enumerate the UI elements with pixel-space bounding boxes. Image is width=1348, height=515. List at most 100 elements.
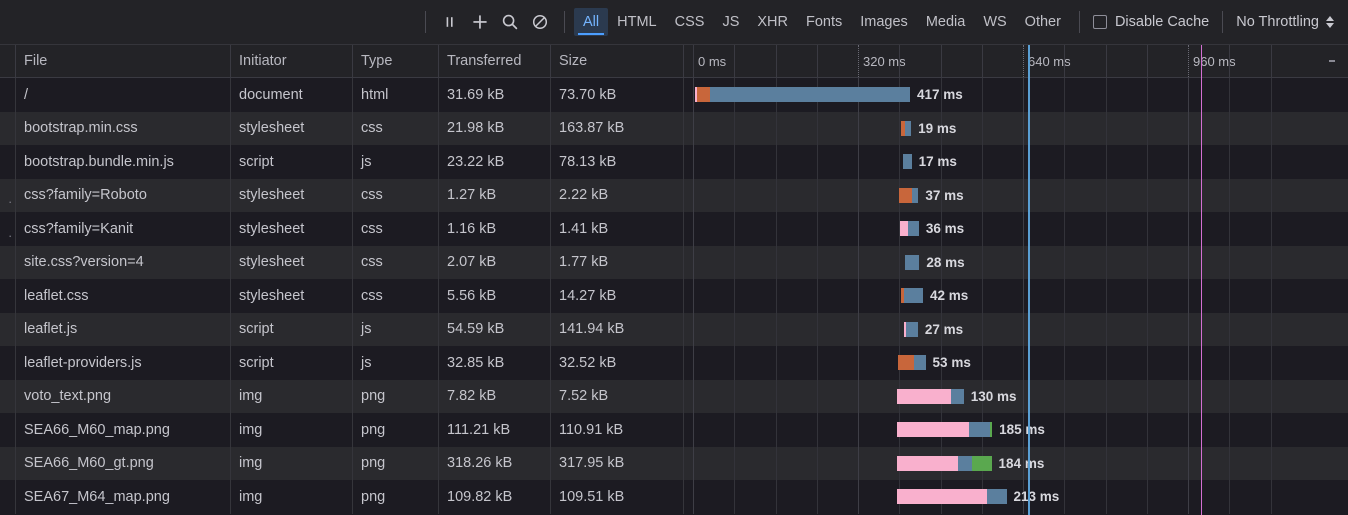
table-row[interactable]: leaflet.js script js 54.59 kB 141.94 kB 27 ms [0, 312, 1348, 346]
waterfall-bar[interactable] [901, 120, 912, 136]
row-file-name[interactable]: leaflet-providers.js [16, 346, 231, 380]
disable-cache-checkbox[interactable] [1092, 15, 1107, 29]
table-row[interactable]: bootstrap.bundle.min.js script js 23.22 kB 7… [0, 145, 1348, 179]
table-row[interactable]: bootstrap.min.css stylesheet css 21.98 kB 16… [0, 111, 1348, 145]
row-waterfall[interactable]: 417 ms [684, 78, 1348, 112]
row-file-name[interactable]: leaflet.js [16, 312, 231, 346]
throttling-dropdown[interactable]: No Throttling [1232, 14, 1340, 30]
waterfall-duration-label: 42 ms [929, 288, 969, 304]
network-requests-table[interactable]: File Initiator Type Transferred Size 0 m… [0, 45, 1348, 515]
row-file-name[interactable]: SEA66_M60_map.png [16, 413, 231, 447]
row-file-name[interactable]: SEA66_M60_gt.png [16, 446, 231, 480]
table-row[interactable]: SEA66_M60_gt.png img png 318.26 kB 317.95 kB… [0, 446, 1348, 480]
table-body: / document html 31.69 kB 73.70 kB 417 ms boots… [0, 78, 1348, 514]
waterfall-bar[interactable] [904, 254, 920, 270]
column-header-initiator[interactable]: Initiator [231, 45, 353, 77]
waterfall-gridlines [684, 312, 1348, 346]
table-row[interactable]: . css?family=Kanit stylesheet css 1.16 kB 1.4… [0, 212, 1348, 246]
row-initiator: stylesheet [231, 111, 353, 145]
column-header-size[interactable]: Size [551, 45, 684, 77]
block-icon[interactable] [525, 8, 555, 36]
waterfall-bar[interactable] [898, 355, 926, 370]
waterfall-bar[interactable] [899, 187, 919, 203]
waterfall-segment-receive [906, 321, 918, 337]
waterfall-gridlines [684, 178, 1348, 212]
waterfall-bar[interactable] [901, 288, 923, 303]
row-gutter [0, 346, 16, 380]
column-header-type[interactable]: Type [353, 45, 439, 77]
waterfall-bar[interactable] [896, 422, 993, 437]
row-waterfall[interactable]: 27 ms [684, 312, 1348, 346]
filter-css[interactable]: CSS [666, 8, 714, 36]
row-type: png [353, 379, 439, 413]
row-waterfall[interactable]: 17 ms [684, 145, 1348, 179]
filter-all[interactable]: All [574, 8, 609, 36]
row-file-name[interactable]: SEA67_M64_map.png [16, 480, 231, 514]
disable-cache-control[interactable]: Disable Cache [1089, 14, 1213, 30]
waterfall-bar[interactable] [903, 321, 918, 337]
waterfall-bar[interactable] [902, 154, 912, 169]
waterfall-segment-receive [968, 422, 990, 437]
row-waterfall[interactable]: 185 ms [684, 413, 1348, 447]
row-waterfall[interactable]: 184 ms [684, 446, 1348, 480]
waterfall-segment-receive [904, 288, 923, 303]
filter-other[interactable]: Other [1016, 8, 1070, 36]
row-waterfall[interactable]: 37 ms [684, 178, 1348, 212]
waterfall-segment-blocked [900, 221, 908, 236]
row-gutter: . [0, 212, 16, 246]
row-waterfall[interactable]: 130 ms [684, 379, 1348, 413]
row-waterfall[interactable]: 213 ms [684, 480, 1348, 514]
table-row[interactable]: . css?family=Roboto stylesheet css 1.27 kB 2.… [0, 178, 1348, 212]
waterfall-segment-receive [987, 489, 1007, 504]
waterfall-bar[interactable] [694, 87, 911, 102]
waterfall-bar[interactable] [896, 455, 992, 471]
table-row[interactable]: site.css?version=4 stylesheet css 2.07 kB 1.… [0, 245, 1348, 279]
row-waterfall[interactable]: 28 ms [684, 245, 1348, 279]
filter-media[interactable]: Media [917, 8, 975, 36]
column-header-waterfall[interactable]: 0 ms 320 ms 640 ms 960 ms [684, 45, 1348, 77]
filter-fonts[interactable]: Fonts [797, 8, 851, 36]
pause-icon[interactable] [435, 8, 465, 36]
row-type: css [353, 178, 439, 212]
table-row[interactable]: SEA67_M64_map.png img png 109.82 kB 109.51 k… [0, 480, 1348, 514]
filter-ws[interactable]: WS [974, 8, 1015, 36]
row-waterfall[interactable]: 19 ms [684, 111, 1348, 145]
waterfall-bar[interactable] [896, 388, 964, 404]
column-settings-icon[interactable] [1321, 45, 1343, 77]
column-header-file[interactable]: File [16, 45, 231, 77]
filter-js[interactable]: JS [713, 8, 748, 36]
row-transferred-size: 2.07 kB [439, 245, 551, 279]
row-gutter [0, 379, 16, 413]
row-size: 163.87 kB [551, 111, 684, 145]
table-row[interactable]: voto_text.png img png 7.82 kB 7.52 kB 130 ms [0, 379, 1348, 413]
plus-icon[interactable] [465, 8, 495, 36]
row-waterfall[interactable]: 42 ms [684, 279, 1348, 313]
waterfall-bar[interactable] [900, 221, 919, 236]
row-gutter [0, 245, 16, 279]
row-file-name[interactable]: leaflet.css [16, 279, 231, 313]
table-row[interactable]: / document html 31.69 kB 73.70 kB 417 ms [0, 78, 1348, 112]
table-row[interactable]: leaflet.css stylesheet css 5.56 kB 14.27 kB 4… [0, 279, 1348, 313]
filter-html[interactable]: HTML [608, 8, 665, 36]
table-row[interactable]: SEA66_M60_map.png img png 111.21 kB 110.91 k… [0, 413, 1348, 447]
row-waterfall[interactable]: 53 ms [684, 346, 1348, 380]
row-waterfall[interactable]: 36 ms [684, 212, 1348, 246]
column-header-transferred[interactable]: Transferred [439, 45, 551, 77]
row-file-name[interactable]: css?family=Roboto [16, 178, 231, 212]
row-initiator: stylesheet [231, 279, 353, 313]
row-file-name[interactable]: site.css?version=4 [16, 245, 231, 279]
row-file-name[interactable]: bootstrap.bundle.min.js [16, 145, 231, 179]
filter-images[interactable]: Images [851, 8, 917, 36]
axis-grid-line [1229, 45, 1231, 77]
table-header-row: File Initiator Type Transferred Size 0 m… [0, 45, 1348, 78]
table-row[interactable]: leaflet-providers.js script js 32.85 kB 32.5… [0, 346, 1348, 380]
search-icon[interactable] [495, 8, 525, 36]
filter-xhr[interactable]: XHR [748, 8, 797, 36]
row-file-name[interactable]: voto_text.png [16, 379, 231, 413]
waterfall-bar[interactable] [896, 489, 1007, 504]
row-file-name[interactable]: css?family=Kanit [16, 212, 231, 246]
waterfall-duration-label: 53 ms [932, 355, 971, 371]
row-file-name[interactable]: / [16, 78, 231, 112]
row-file-name[interactable]: bootstrap.min.css [16, 111, 231, 145]
row-gutter [0, 145, 16, 179]
